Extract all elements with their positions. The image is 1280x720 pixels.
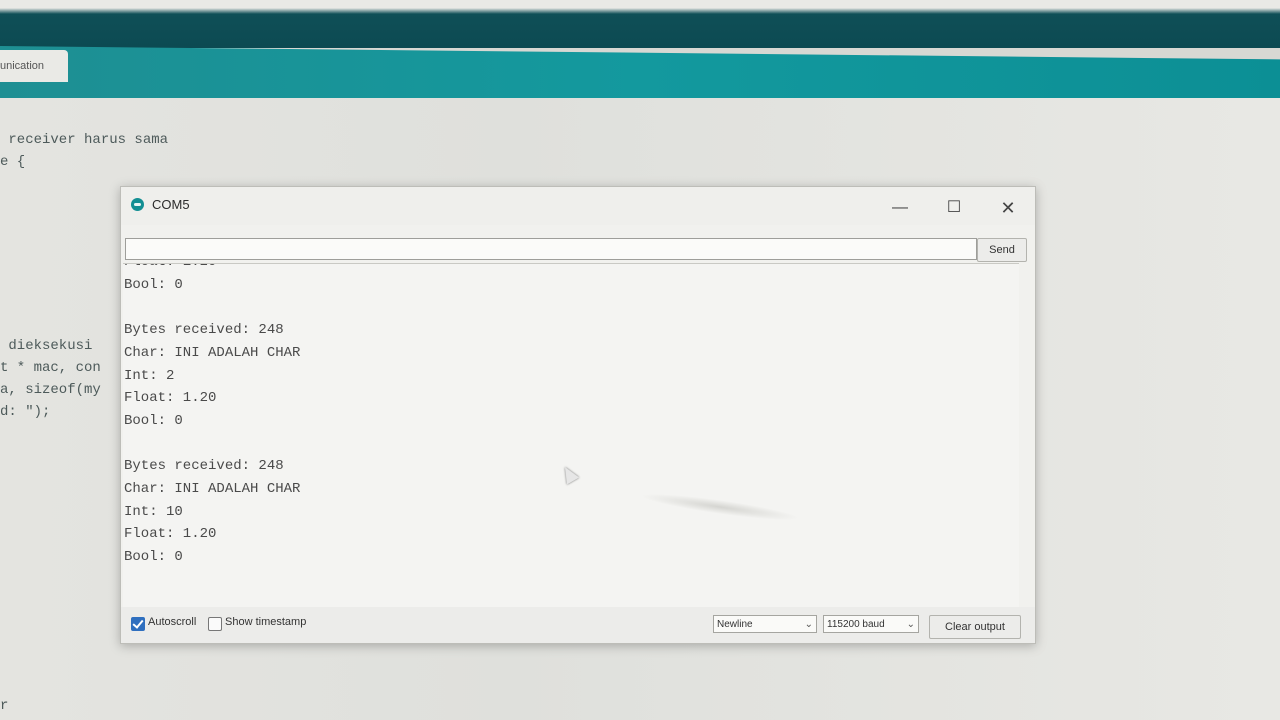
output-line: Bytes received: 248	[124, 458, 284, 475]
output-line: Int: 10	[124, 503, 183, 520]
show-timestamp-checkbox[interactable]	[208, 617, 222, 631]
close-button[interactable]: ✕	[993, 197, 1023, 219]
output-line: Char: INI ADALAH CHAR	[124, 481, 301, 497]
serial-monitor-window: COM5 — ☐ ✕ Send Float: 1.20 Bool: 0 Bytes …	[120, 186, 1036, 644]
send-button[interactable]: Send	[977, 238, 1027, 262]
line-ending-select[interactable]: Newline ⌄	[713, 615, 817, 633]
output-line: Bool: 0	[124, 276, 183, 293]
window-titlebar[interactable]: COM5 — ☐ ✕	[121, 187, 1035, 225]
code-line: t * mac, con	[0, 360, 101, 376]
autoscroll-label: Autoscroll	[148, 616, 197, 628]
output-line: Bool: 0	[124, 549, 183, 566]
autoscroll-checkbox[interactable]	[131, 617, 145, 631]
code-line: d: ");	[0, 404, 51, 420]
code-line: r	[0, 698, 9, 714]
maximize-button[interactable]: ☐	[939, 197, 969, 219]
output-line: Int: 2	[124, 367, 175, 384]
baud-rate-select[interactable]: 115200 baud ⌄	[823, 615, 919, 633]
chevron-down-icon: ⌄	[906, 619, 915, 630]
arduino-icon	[131, 198, 144, 211]
output-line: Float: 1.20	[124, 526, 217, 543]
show-timestamp-label: Show timestamp	[225, 616, 307, 628]
code-line: a, sizeof(my	[0, 382, 101, 398]
minimize-button[interactable]: —	[885, 197, 915, 219]
output-line: Float: 1.20	[124, 390, 217, 407]
window-title: COM5	[152, 197, 190, 212]
output-line: Bytes received: 248	[124, 322, 284, 339]
sketch-tab[interactable]: unication	[0, 50, 68, 82]
code-line: receiver harus sama	[0, 132, 169, 148]
chevron-down-icon: ⌄	[804, 619, 813, 630]
output-line: Char: INI ADALAH CHAR	[124, 344, 301, 361]
serial-output[interactable]: Float: 1.20 Bool: 0 Bytes received: 248 Cha…	[123, 263, 1019, 609]
ide-title-bar	[0, 0, 1280, 48]
code-line: e {	[0, 154, 26, 170]
code-line: dieksekusi	[0, 338, 93, 354]
clear-output-button[interactable]: Clear output	[929, 615, 1021, 639]
baud-rate-value: 115200 baud	[827, 619, 885, 630]
output-line: Float: 1.20	[124, 264, 216, 270]
serial-send-input[interactable]	[125, 238, 977, 260]
serial-bottom-bar: Autoscroll Show timestamp Newline ⌄ 1152…	[121, 607, 1035, 643]
output-line: Bool: 0	[124, 412, 183, 429]
line-ending-value: Newline	[717, 619, 753, 630]
